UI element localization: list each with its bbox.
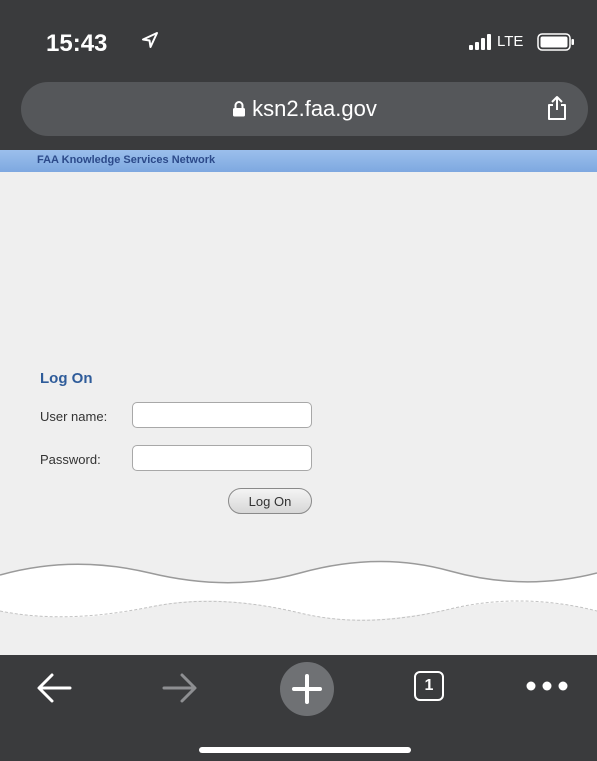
- password-label: Password:: [40, 452, 101, 467]
- location-arrow-icon: [142, 32, 158, 48]
- tab-switcher-button[interactable]: 1: [414, 671, 444, 701]
- url-text: ksn2.faa.gov: [252, 96, 377, 121]
- address-bar[interactable]: ksn2.faa.gov: [21, 82, 588, 136]
- more-dots-icon[interactable]: [525, 680, 569, 692]
- username-input[interactable]: [132, 402, 312, 428]
- web-page: FAA Knowledge Services Network Log On Us…: [0, 150, 597, 655]
- browser-toolbar: 1: [0, 655, 597, 761]
- share-icon[interactable]: [546, 95, 568, 121]
- network-type: LTE: [497, 33, 524, 50]
- forward-arrow-icon[interactable]: [160, 671, 200, 705]
- phone-screen: 15:43 LTE ksn2.faa.gov FAA Knowledge Ser…: [0, 0, 597, 761]
- torn-edge-divider: [0, 560, 597, 621]
- browser-address-area: ksn2.faa.gov: [0, 70, 597, 150]
- back-arrow-icon[interactable]: [34, 671, 74, 705]
- logon-heading: Log On: [40, 370, 93, 387]
- new-tab-button[interactable]: [280, 662, 334, 716]
- site-title: FAA Knowledge Services Network: [37, 154, 216, 166]
- address-content: ksn2.faa.gov: [21, 82, 588, 136]
- plus-icon: [292, 674, 322, 704]
- cellular-signal-icon: [469, 34, 491, 50]
- site-banner: FAA Knowledge Services Network: [0, 150, 597, 172]
- status-bar: 15:43 LTE: [0, 0, 597, 70]
- home-indicator: [199, 747, 411, 753]
- logon-button[interactable]: Log On: [228, 488, 312, 514]
- username-label: User name:: [40, 409, 108, 424]
- status-time: 15:43: [46, 30, 108, 57]
- battery-icon: [537, 33, 574, 51]
- lock-icon: [233, 101, 246, 117]
- password-input[interactable]: [132, 445, 312, 471]
